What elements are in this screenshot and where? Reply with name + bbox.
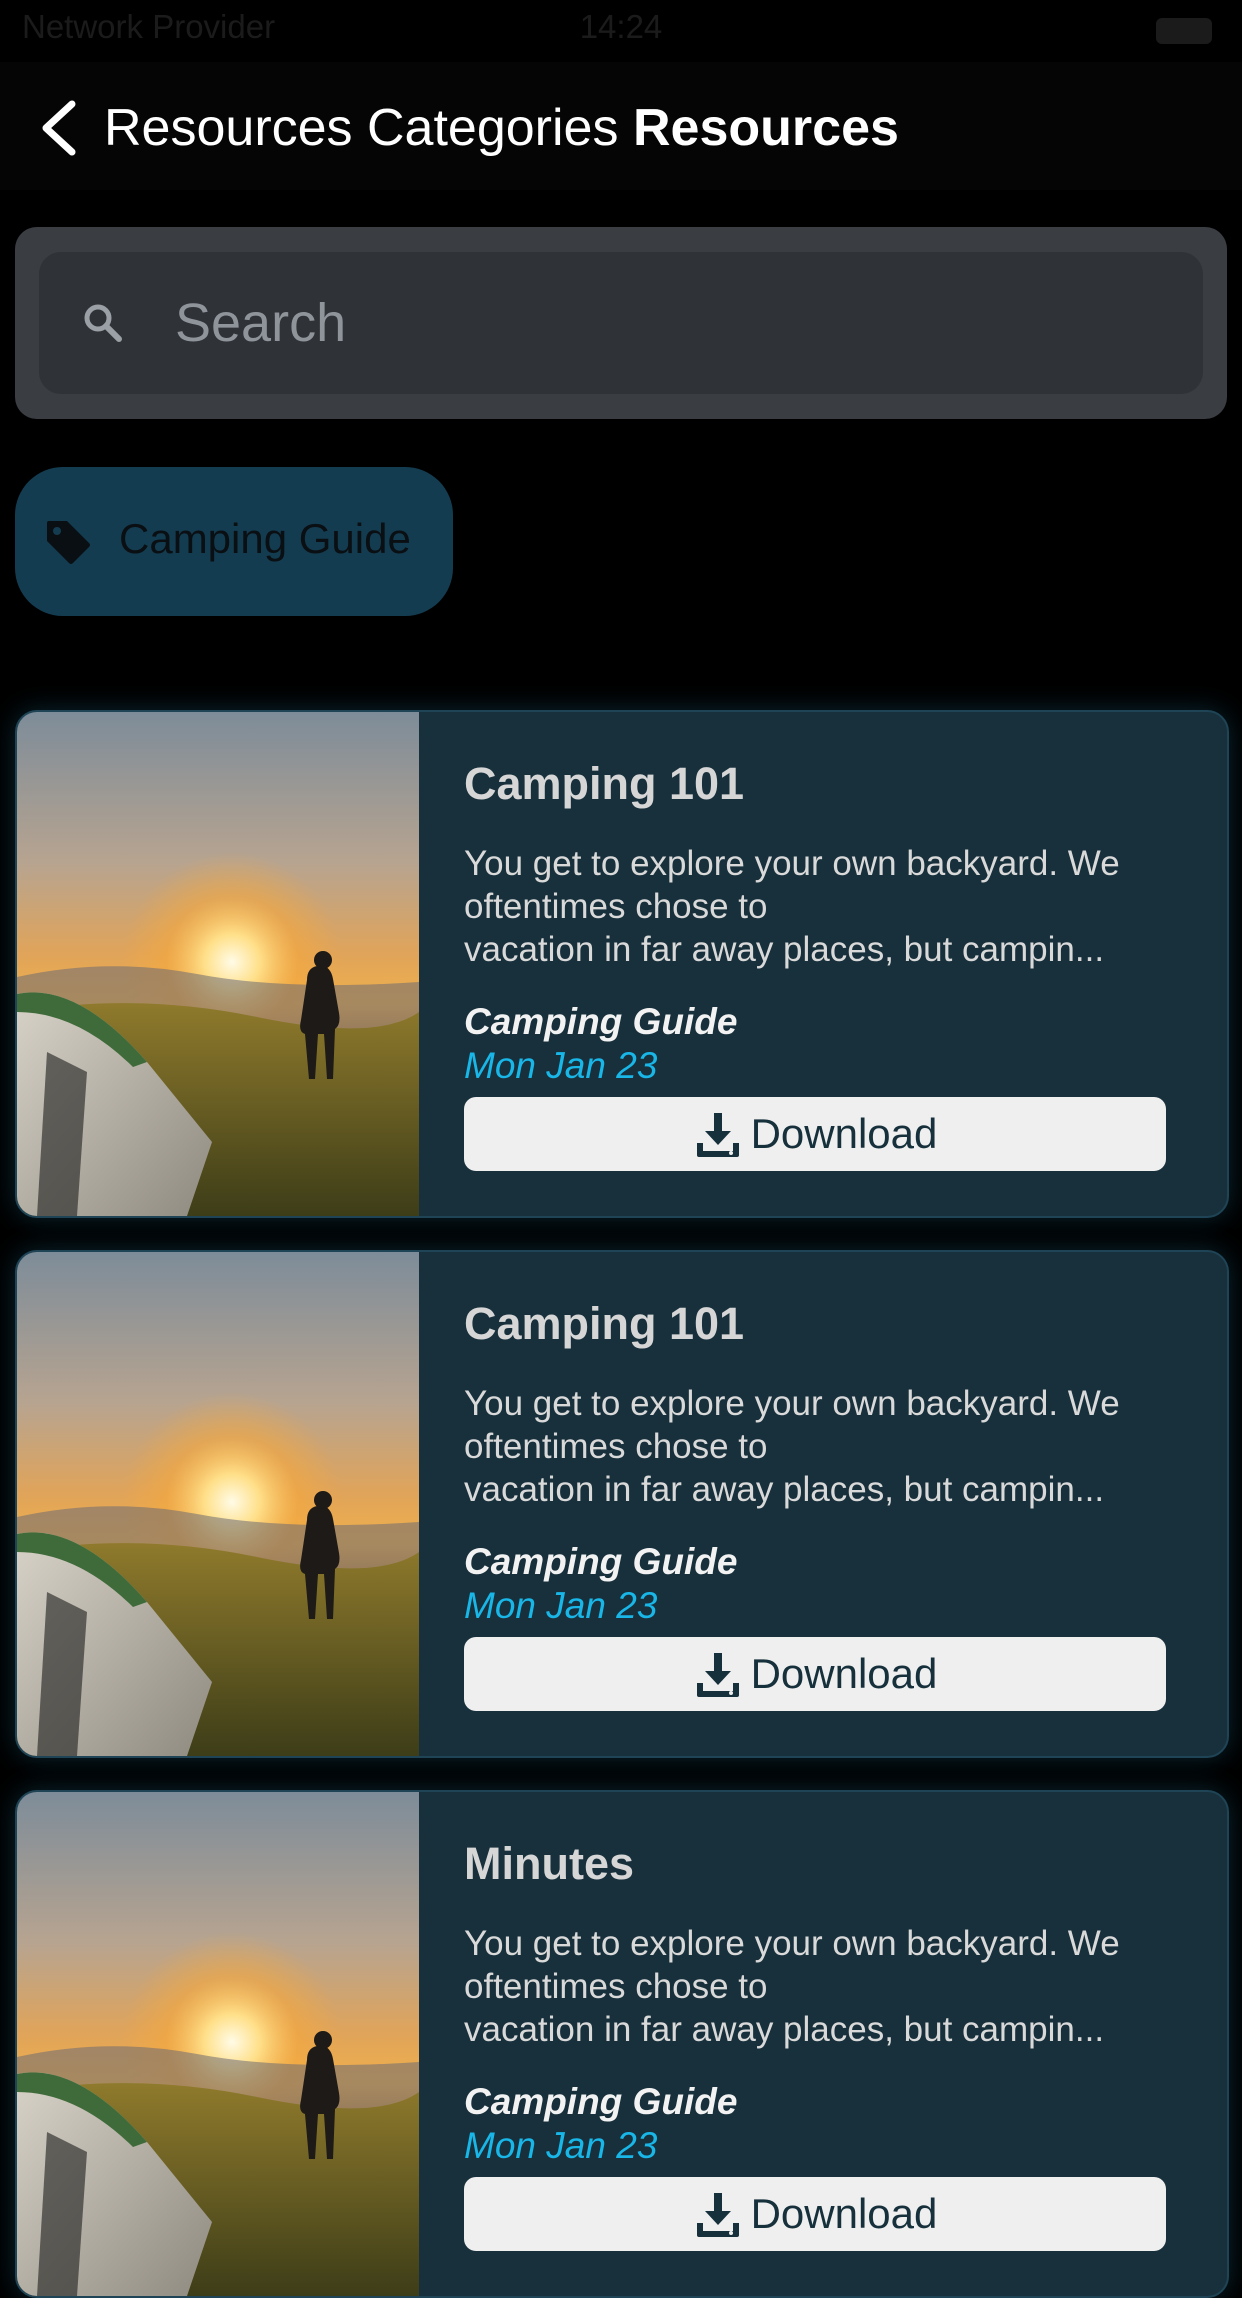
status-bar: Network Provider 14:24 bbox=[0, 0, 1242, 62]
card-description: You get to explore your own backyard. We… bbox=[464, 1382, 1204, 1511]
download-label: Download bbox=[750, 1650, 938, 1697]
search-icon bbox=[84, 304, 122, 342]
card-description: You get to explore your own backyard. We… bbox=[464, 1922, 1204, 2051]
download-button[interactable]: Download bbox=[464, 1637, 1166, 1711]
search-input[interactable] bbox=[173, 272, 1157, 374]
chip-label: Camping Guide bbox=[119, 515, 411, 562]
description-line: You get to explore your own backyard. We bbox=[464, 1924, 1120, 1963]
download-icon bbox=[696, 1653, 739, 1697]
download-icon bbox=[696, 1113, 739, 1157]
description-line: oftentimes chose to bbox=[464, 887, 768, 926]
card-category: Camping Guide bbox=[464, 1541, 738, 1582]
download-label: Download bbox=[750, 2190, 938, 2237]
description-line: oftentimes chose to bbox=[464, 1427, 768, 1466]
description-line: vacation in far away places, but campin.… bbox=[464, 1470, 1105, 1509]
card-category: Camping Guide bbox=[464, 1001, 738, 1042]
description-line: oftentimes chose to bbox=[464, 1967, 768, 2006]
resource-thumbnail bbox=[17, 1252, 419, 1756]
download-button[interactable]: Download bbox=[464, 2177, 1166, 2251]
back-button[interactable]: Resources Categories bbox=[104, 98, 618, 158]
status-time: 14:24 bbox=[579, 8, 663, 45]
card-description: You get to explore your own backyard. We… bbox=[464, 842, 1204, 971]
navigation-bar: Resources Categories Resources bbox=[0, 62, 1242, 190]
chevron-left-icon[interactable] bbox=[36, 98, 84, 158]
description-line: vacation in far away places, but campin.… bbox=[464, 930, 1105, 969]
card-date: Mon Jan 23 bbox=[464, 1045, 658, 1086]
description-line: You get to explore your own backyard. We bbox=[464, 844, 1120, 883]
card-title: Camping 101 bbox=[464, 1298, 745, 1349]
resource-card[interactable]: Camping 101 You get to explore your own … bbox=[15, 1250, 1229, 1758]
description-line: You get to explore your own backyard. We bbox=[464, 1384, 1120, 1423]
card-date: Mon Jan 23 bbox=[464, 2125, 658, 2166]
battery-icon bbox=[1156, 18, 1212, 44]
card-date: Mon Jan 23 bbox=[464, 1585, 658, 1626]
card-title: Camping 101 bbox=[464, 758, 745, 809]
search-container bbox=[15, 227, 1227, 419]
download-button[interactable]: Download bbox=[464, 1097, 1166, 1171]
card-category: Camping Guide bbox=[464, 2081, 738, 2122]
resource-card[interactable]: Minutes You get to explore your own back… bbox=[15, 1790, 1229, 2298]
resource-thumbnail bbox=[17, 712, 419, 1216]
card-title: Minutes bbox=[464, 1838, 635, 1889]
tag-icon bbox=[47, 521, 90, 564]
resource-thumbnail bbox=[17, 1792, 419, 2296]
resource-card[interactable]: Camping 101 You get to explore your own … bbox=[15, 710, 1229, 1218]
download-label: Download bbox=[750, 1110, 938, 1157]
download-icon bbox=[696, 2193, 739, 2237]
page-title: Resources bbox=[633, 99, 899, 157]
description-line: vacation in far away places, but campin.… bbox=[464, 2010, 1105, 2049]
filter-chip-camping-guide[interactable]: Camping Guide bbox=[15, 467, 453, 616]
search-field[interactable] bbox=[39, 252, 1203, 394]
